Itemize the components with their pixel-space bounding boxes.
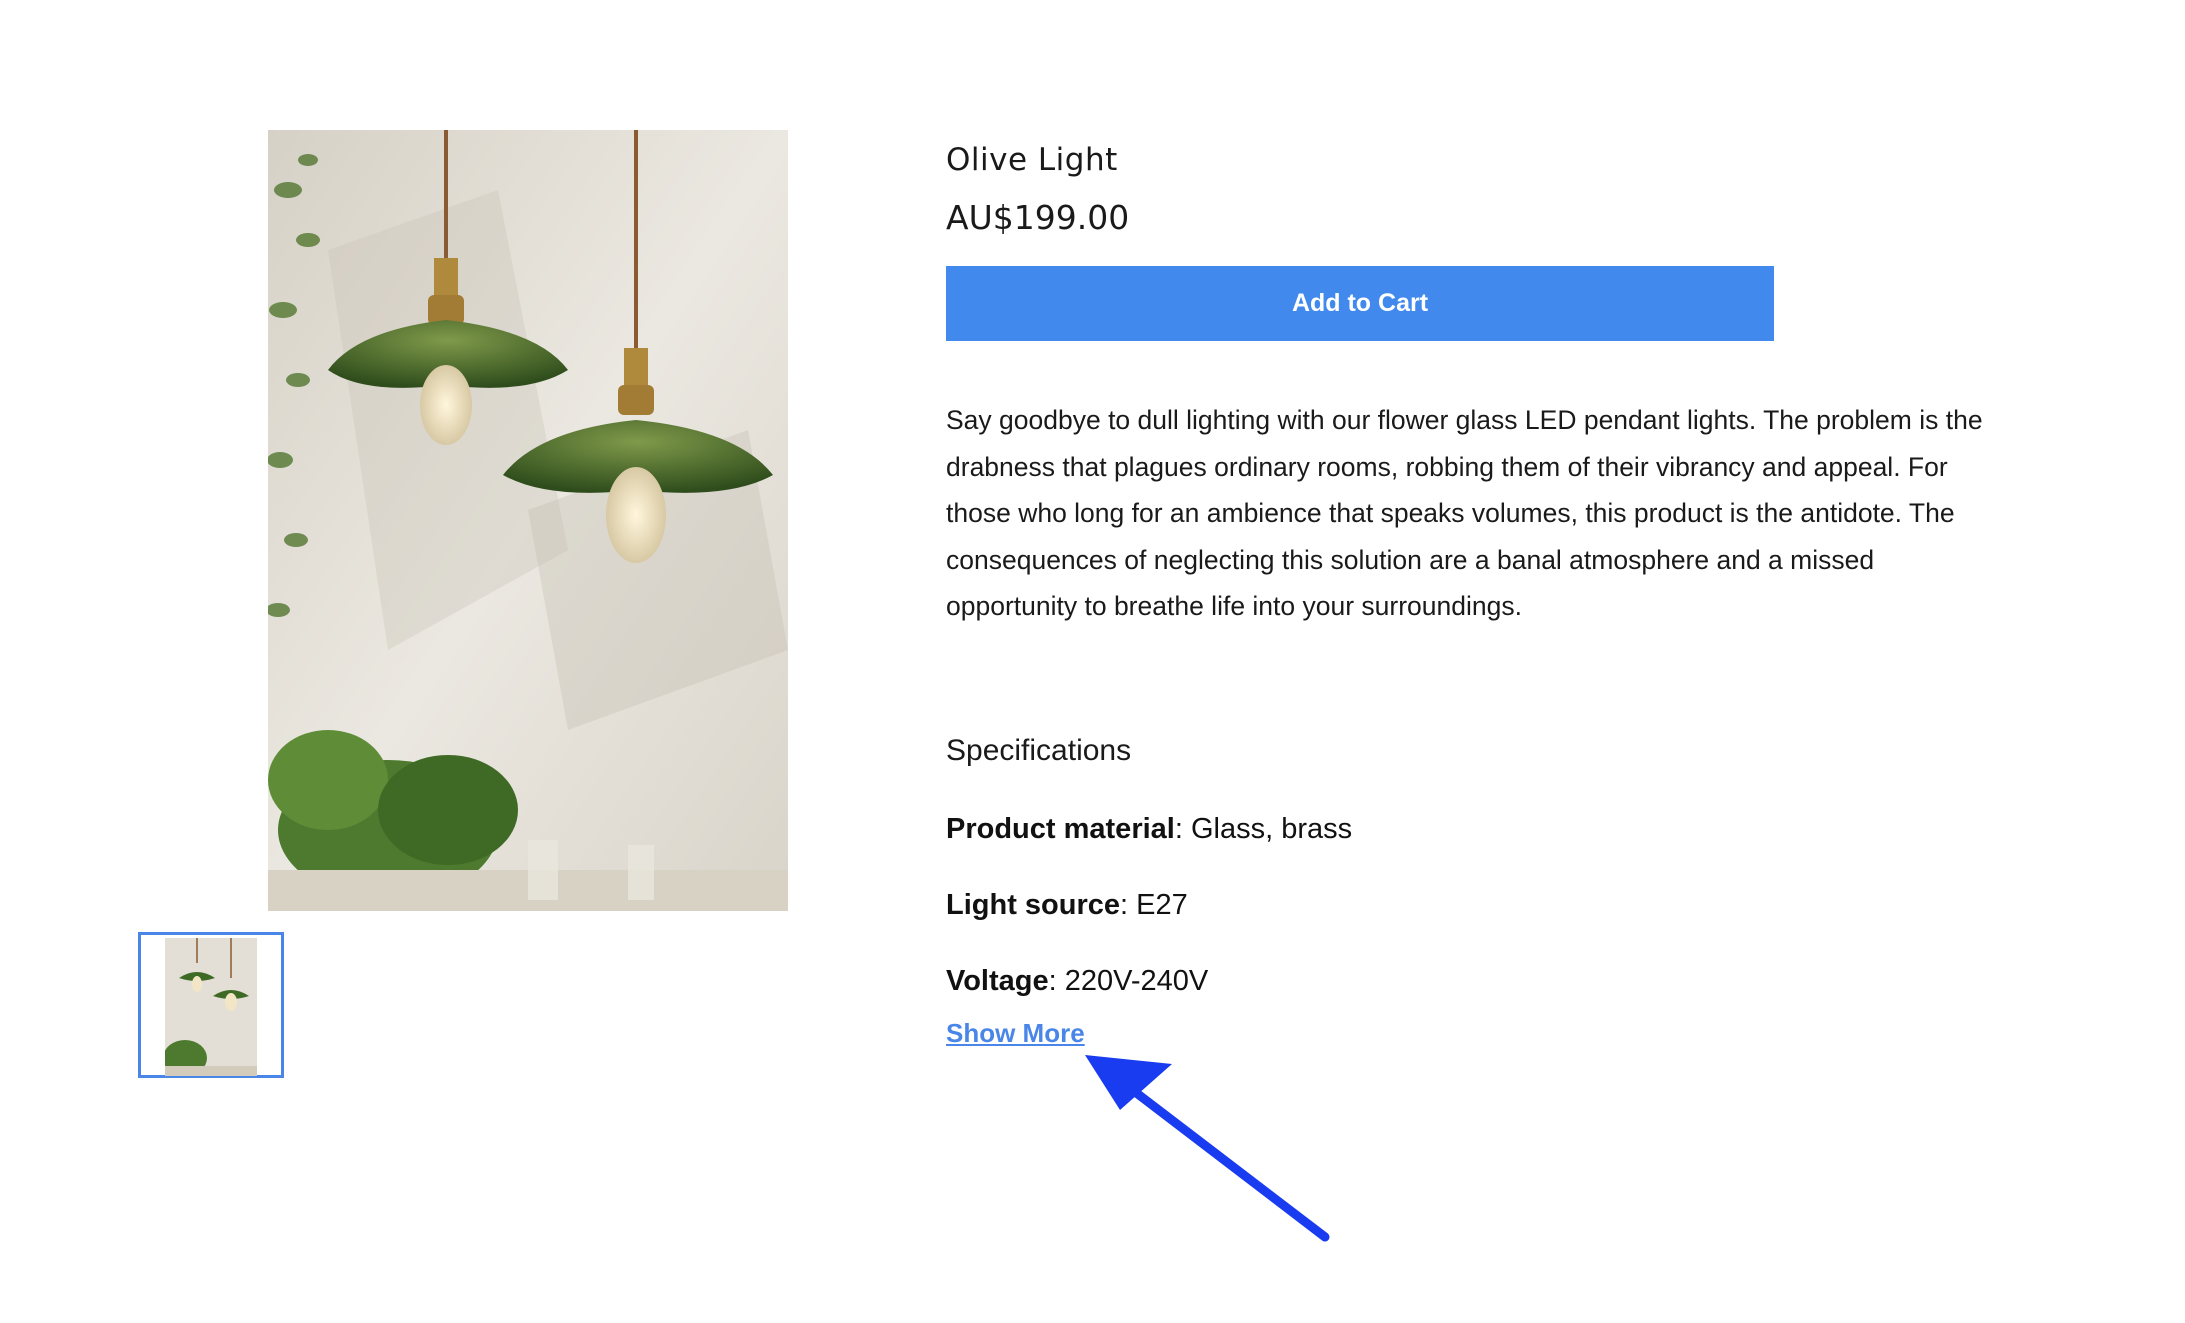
spec-value: : 220V-240V xyxy=(1048,965,1209,997)
product-title: Olive Light xyxy=(946,142,1118,178)
pendant-lights-thumbnail-icon xyxy=(165,938,257,1076)
product-description: Say goodbye to dull lighting with our fl… xyxy=(946,405,1983,621)
show-more-link[interactable]: Show More xyxy=(946,1018,1085,1049)
spec-value: : E27 xyxy=(1120,889,1188,921)
pendant-lights-image xyxy=(268,130,788,911)
specifications-heading: Specifications xyxy=(946,734,1132,767)
spec-voltage: Voltage: 220V-240V xyxy=(946,965,1208,998)
spec-label: Product material xyxy=(946,813,1175,845)
spec-product-material: Product material: Glass, brass xyxy=(946,813,1352,846)
add-to-cart-button[interactable]: Add to Cart xyxy=(946,266,1774,341)
gallery-thumbnail[interactable] xyxy=(138,932,284,1078)
spec-label: Voltage xyxy=(946,965,1049,997)
spec-label: Light source xyxy=(946,889,1121,921)
spec-light-source: Light source: E27 xyxy=(946,889,1188,922)
spec-value: : Glass, brass xyxy=(1174,813,1353,845)
product-price: AU$199.00 xyxy=(946,198,1130,237)
product-main-image xyxy=(268,130,788,911)
